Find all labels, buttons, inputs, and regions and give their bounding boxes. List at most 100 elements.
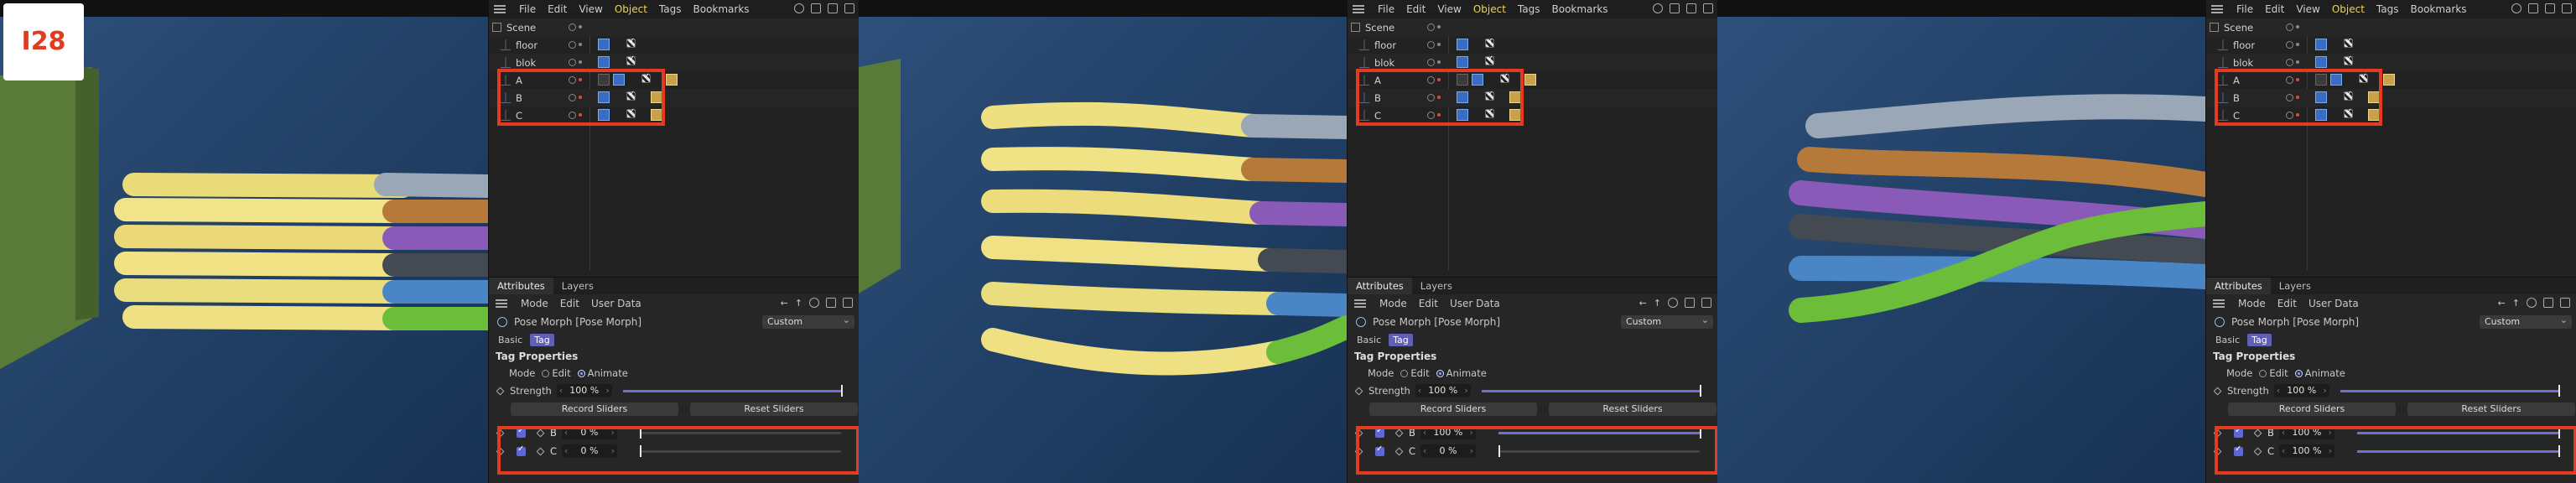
keyframe-icon[interactable] <box>1354 387 1363 395</box>
menu-file[interactable]: File <box>1378 3 1394 15</box>
target-b-field[interactable]: 100 % <box>2278 426 2334 439</box>
mode-animate-radio[interactable]: Animate <box>1436 367 1487 379</box>
menu-bookmarks[interactable]: Bookmarks <box>693 3 750 15</box>
slider-knob[interactable] <box>841 385 843 397</box>
checkbox-b[interactable] <box>517 426 526 438</box>
menu-user-data[interactable]: User Data <box>591 298 641 309</box>
slider-knob[interactable] <box>2558 427 2560 439</box>
strength-field[interactable]: 100 % <box>1415 384 1471 397</box>
viewport-3d[interactable] <box>859 17 1347 483</box>
search-icon[interactable] <box>2527 298 2537 308</box>
keyframe-icon[interactable] <box>536 447 545 455</box>
menu-bookmarks[interactable]: Bookmarks <box>1552 3 1608 15</box>
reset-sliders-button[interactable]: Reset Sliders <box>1549 402 1716 416</box>
expand-icon[interactable] <box>2560 298 2570 308</box>
object-row-blok[interactable]: ⏊ blok <box>1348 54 1718 71</box>
search-icon[interactable] <box>809 298 819 308</box>
slider-knob[interactable] <box>2558 385 2560 397</box>
target-b-slider[interactable] <box>1498 427 1701 439</box>
mode-dropdown[interactable]: Custom <box>1621 314 1713 329</box>
checkbox-c[interactable] <box>2234 444 2243 456</box>
record-sliders-button[interactable]: Record Sliders <box>1369 402 1537 416</box>
expand-icon[interactable] <box>844 3 854 13</box>
menu-file[interactable]: File <box>519 3 536 15</box>
filter-icon[interactable] <box>2545 3 2555 13</box>
slider-knob[interactable] <box>640 445 641 457</box>
target-c-slider[interactable] <box>640 445 841 457</box>
menu-edit[interactable]: Edit <box>1406 3 1426 15</box>
strength-slider[interactable] <box>1482 385 1701 397</box>
mode-dropdown[interactable]: Custom <box>762 314 854 329</box>
object-row-b[interactable]: ⏊ B <box>2206 89 2576 106</box>
expand-icon[interactable] <box>1703 3 1713 13</box>
keyframe-icon[interactable] <box>1354 428 1363 437</box>
menu-view[interactable]: View <box>579 3 602 15</box>
object-row-a[interactable]: ⏊ A <box>2206 71 2576 89</box>
tab-attributes[interactable]: Attributes <box>489 278 553 294</box>
target-c-field[interactable]: 0 % <box>562 444 618 458</box>
subtab-basic[interactable]: Basic <box>494 334 527 346</box>
slider-knob[interactable] <box>1498 445 1500 457</box>
subtab-tag[interactable]: Tag <box>1389 333 1413 346</box>
lock-icon[interactable] <box>2543 298 2553 308</box>
tag-icon[interactable] <box>598 39 610 50</box>
mode-dropdown[interactable]: Custom <box>2480 314 2572 329</box>
keyframe-icon[interactable] <box>2213 387 2222 395</box>
tab-layers[interactable]: Layers <box>2271 278 2319 294</box>
menu-file[interactable]: File <box>2236 3 2253 15</box>
menu-edit[interactable]: Edit <box>548 3 567 15</box>
home-icon[interactable] <box>1670 3 1680 13</box>
home-icon[interactable] <box>811 3 821 13</box>
keyframe-icon[interactable] <box>496 387 505 395</box>
arrow-up-icon[interactable]: ↑ <box>1654 298 1661 309</box>
arrow-up-icon[interactable]: ↑ <box>2512 298 2520 309</box>
search-icon[interactable] <box>1668 298 1678 308</box>
target-c-field[interactable]: 100 % <box>2279 444 2335 458</box>
strength-field[interactable]: 100 % <box>2273 384 2329 397</box>
target-b-field[interactable]: 0 % <box>561 426 617 439</box>
reset-sliders-button[interactable]: Reset Sliders <box>2407 402 2575 416</box>
slider-knob[interactable] <box>640 427 641 439</box>
checkbox-c[interactable] <box>1375 444 1384 456</box>
viewport-3d[interactable] <box>1717 17 2205 483</box>
menu-tags[interactable]: Tags <box>1518 3 1540 15</box>
checkbox-b[interactable] <box>1375 426 1384 438</box>
menu-object[interactable]: Object <box>615 3 647 15</box>
hamburger-icon[interactable] <box>494 5 506 13</box>
record-sliders-button[interactable]: Record Sliders <box>2228 402 2396 416</box>
object-row-b[interactable]: ⏊ B <box>489 89 860 106</box>
menu-tags[interactable]: Tags <box>659 3 682 15</box>
keyframe-icon[interactable] <box>2253 447 2262 455</box>
target-c-slider[interactable] <box>1498 445 1700 457</box>
hamburger-icon[interactable] <box>2211 5 2223 13</box>
object-row-floor[interactable]: ⏊ floor <box>489 36 860 54</box>
object-row-c[interactable]: ⏊ C <box>2206 106 2576 124</box>
pose-morph-tag-icon[interactable] <box>2315 74 2327 86</box>
object-row-scene[interactable]: Scene <box>1348 18 1718 36</box>
object-row-a[interactable]: ⏊ A <box>489 71 860 89</box>
strength-slider[interactable] <box>623 385 843 397</box>
keyframe-icon[interactable] <box>1394 447 1404 455</box>
mode-animate-radio[interactable]: Animate <box>2294 367 2345 379</box>
reset-sliders-button[interactable]: Reset Sliders <box>690 402 858 416</box>
object-row-scene[interactable]: Scene <box>2206 18 2576 36</box>
tab-layers[interactable]: Layers <box>553 278 602 294</box>
checkbox-c[interactable] <box>517 444 526 456</box>
menu-tags[interactable]: Tags <box>2376 3 2399 15</box>
viewport-3d[interactable] <box>0 17 488 483</box>
keyframe-icon[interactable] <box>496 428 505 437</box>
subtab-tag[interactable]: Tag <box>2247 333 2272 346</box>
keyframe-icon[interactable] <box>1394 428 1404 437</box>
target-b-slider[interactable] <box>2357 427 2560 439</box>
slider-knob[interactable] <box>1700 427 1701 439</box>
pose-morph-tag-icon[interactable] <box>1457 74 1468 86</box>
subtab-tag[interactable]: Tag <box>530 333 554 346</box>
keyframe-icon[interactable] <box>2213 447 2222 455</box>
filter-icon[interactable] <box>828 3 838 13</box>
visibility-icon[interactable] <box>569 23 576 31</box>
object-row-blok[interactable]: ⏊ blok <box>2206 54 2576 71</box>
record-sliders-button[interactable]: Record Sliders <box>511 402 678 416</box>
target-c-field[interactable]: 0 % <box>1420 444 1477 458</box>
menu-edit[interactable]: Edit <box>2265 3 2284 15</box>
slider-knob[interactable] <box>1700 385 1701 397</box>
